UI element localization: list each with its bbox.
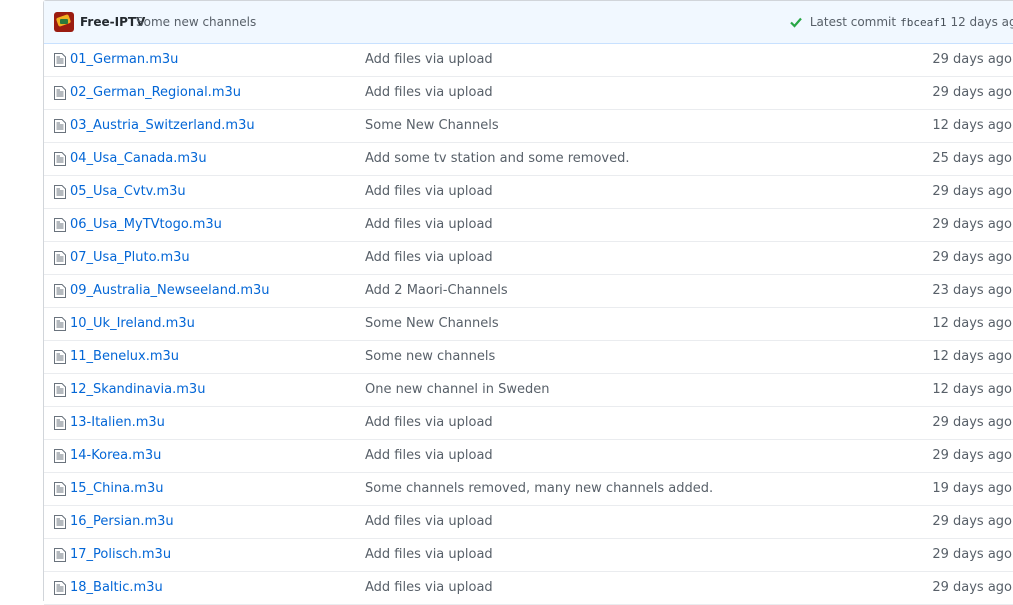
file-row: 01_German.m3u Add files via upload 29 days… <box>44 44 1013 77</box>
file-link[interactable]: 17_Polisch.m3u <box>70 547 171 562</box>
file-icon <box>54 284 66 298</box>
file-row: 02_German_Regional.m3u Add files via uplo… <box>44 77 1013 110</box>
file-link[interactable]: 09_Australia_Newseeland.m3u <box>70 283 270 298</box>
file-row: 05_Usa_Cvtv.m3u Add files via upload 29 da… <box>44 176 1013 209</box>
file-icon <box>54 515 66 529</box>
file-icon <box>54 548 66 562</box>
file-icon <box>54 449 66 463</box>
file-icon <box>54 152 66 166</box>
file-row: 15_China.m3u Some channels removed, many … <box>44 473 1013 506</box>
file-commit-message[interactable]: Add files via upload <box>365 514 493 529</box>
file-icon <box>54 218 66 232</box>
file-link[interactable]: 06_Usa_MyTVtogo.m3u <box>70 217 222 232</box>
file-age: 29 days ago <box>932 250 1012 265</box>
commit-sha[interactable]: fbceaf1 <box>900 16 946 29</box>
commit-message[interactable]: Some new channels <box>136 15 256 29</box>
commit-age: 12 days ago <box>950 15 1013 29</box>
file-icon <box>54 350 66 364</box>
file-row: 11_Benelux.m3u Some new channels 12 days a… <box>44 341 1013 374</box>
file-row: 07_Usa_Pluto.m3u Add files via upload 29 d… <box>44 242 1013 275</box>
file-row: 14-Korea.m3u Add files via upload 29 days … <box>44 440 1013 473</box>
file-age: 29 days ago <box>932 85 1012 100</box>
file-commit-message[interactable]: Add files via upload <box>365 184 493 199</box>
file-link[interactable]: 10_Uk_Ireland.m3u <box>70 316 195 331</box>
file-list: 01_German.m3u Add files via upload 29 days… <box>44 44 1013 605</box>
file-commit-message[interactable]: Some new channels <box>365 349 495 364</box>
file-age: 29 days ago <box>932 448 1012 463</box>
avatar[interactable] <box>54 12 74 32</box>
file-row: 12_Skandinavia.m3u One new channel in Swe… <box>44 374 1013 407</box>
file-age: 29 days ago <box>932 217 1012 232</box>
file-icon <box>54 53 66 67</box>
file-link[interactable]: 04_Usa_Canada.m3u <box>70 151 207 166</box>
file-age: 29 days ago <box>932 514 1012 529</box>
file-link[interactable]: 12_Skandinavia.m3u <box>70 382 205 397</box>
file-commit-message[interactable]: Add files via upload <box>365 85 493 100</box>
file-age: 29 days ago <box>932 547 1012 562</box>
file-icon <box>54 482 66 496</box>
file-link[interactable]: 14-Korea.m3u <box>70 448 161 463</box>
latest-commit-bar: Free-IPTV Some new channels Latest commi… <box>44 1 1013 44</box>
file-row: 10_Uk_Ireland.m3u Some New Channels 12 day… <box>44 308 1013 341</box>
file-link[interactable]: 13-Italien.m3u <box>70 415 165 430</box>
file-age: 29 days ago <box>932 52 1012 67</box>
latest-commit-label: Latest commit <box>809 15 897 29</box>
file-link[interactable]: 05_Usa_Cvtv.m3u <box>70 184 186 199</box>
file-icon <box>54 86 66 100</box>
file-row: 06_Usa_MyTVtogo.m3u Add files via upload 2… <box>44 209 1013 242</box>
file-icon <box>54 383 66 397</box>
file-commit-message[interactable]: Some channels removed, many new channels… <box>365 481 713 496</box>
file-age: 29 days ago <box>932 415 1012 430</box>
file-row: 16_Persian.m3u Add files via upload 29 day… <box>44 506 1013 539</box>
file-row: 09_Australia_Newseeland.m3u Add 2 Maori-C… <box>44 275 1013 308</box>
file-link[interactable]: 01_German.m3u <box>70 52 178 67</box>
latest-commit-info: Latest commit fbceaf1 12 days ago <box>789 15 1013 29</box>
file-icon <box>54 185 66 199</box>
file-link[interactable]: 16_Persian.m3u <box>70 514 174 529</box>
file-row: 04_Usa_Canada.m3u Add some tv station and… <box>44 143 1013 176</box>
file-link[interactable]: 11_Benelux.m3u <box>70 349 179 364</box>
file-age: 19 days ago <box>932 481 1012 496</box>
file-age: 25 days ago <box>932 151 1012 166</box>
file-commit-message[interactable]: Some New Channels <box>365 316 499 331</box>
file-link[interactable]: 02_German_Regional.m3u <box>70 85 241 100</box>
file-commit-message[interactable]: Add files via upload <box>365 547 493 562</box>
file-age: 12 days ago <box>932 349 1012 364</box>
file-row: 03_Austria_Switzerland.m3u Some New Chann… <box>44 110 1013 143</box>
file-age: 12 days ago <box>932 382 1012 397</box>
file-icon <box>54 416 66 430</box>
file-commit-message[interactable]: Add files via upload <box>365 580 493 595</box>
file-age: 23 days ago <box>932 283 1012 298</box>
file-commit-message[interactable]: Add files via upload <box>365 415 493 430</box>
file-age: 29 days ago <box>932 184 1012 199</box>
file-commit-message[interactable]: Add files via upload <box>365 217 493 232</box>
file-commit-message[interactable]: Add 2 Maori-Channels <box>365 283 508 298</box>
file-icon <box>54 119 66 133</box>
file-commit-message[interactable]: Some New Channels <box>365 118 499 133</box>
check-icon[interactable] <box>789 15 803 29</box>
file-commit-message[interactable]: One new channel in Sweden <box>365 382 550 397</box>
file-link[interactable]: 03_Austria_Switzerland.m3u <box>70 118 255 133</box>
file-icon <box>54 251 66 265</box>
file-link[interactable]: 07_Usa_Pluto.m3u <box>70 250 190 265</box>
file-commit-message[interactable]: Add files via upload <box>365 250 493 265</box>
file-browser: Free-IPTV Some new channels Latest commi… <box>43 0 1013 605</box>
file-age: 12 days ago <box>932 118 1012 133</box>
file-row: 17_Polisch.m3u Add files via upload 29 day… <box>44 539 1013 572</box>
file-icon <box>54 317 66 331</box>
file-row: 13-Italien.m3u Add files via upload 29 day… <box>44 407 1013 440</box>
file-commit-message[interactable]: Add files via upload <box>365 448 493 463</box>
file-commit-message[interactable]: Add some tv station and some removed. <box>365 151 629 166</box>
file-icon <box>54 581 66 595</box>
file-link[interactable]: 15_China.m3u <box>70 481 163 496</box>
file-age: 29 days ago <box>932 580 1012 595</box>
file-link[interactable]: 18_Baltic.m3u <box>70 580 163 595</box>
file-age: 12 days ago <box>932 316 1012 331</box>
file-commit-message[interactable]: Add files via upload <box>365 52 493 67</box>
